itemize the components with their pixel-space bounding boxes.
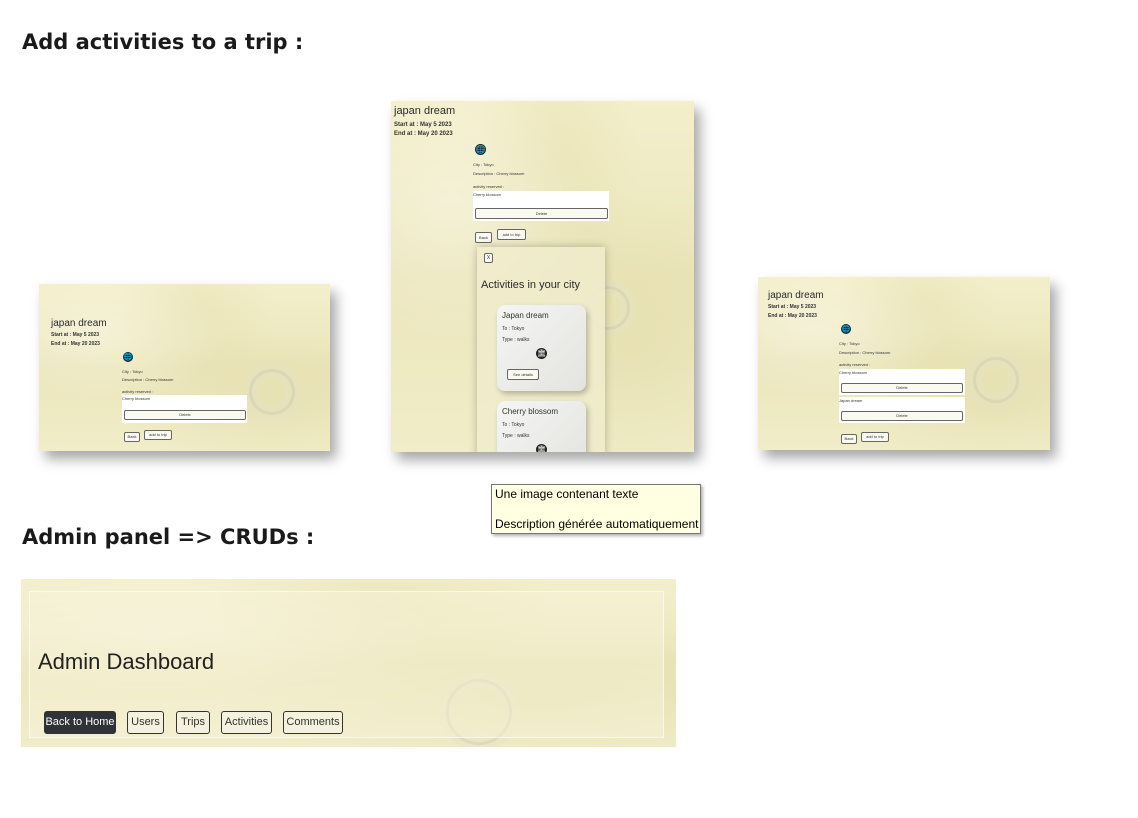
reserved-item: Japan dream [839,398,863,403]
trip-screenshot-right: japan dream Start at : May 5 2023 End at… [758,277,1050,450]
add-to-trip-button[interactable]: add to trip [497,229,526,240]
trips-button[interactable]: Trips [176,711,210,734]
users-button[interactable]: Users [127,711,164,734]
trip-screenshot-middle: japan dream Start at : May 5 2023 End at… [391,101,694,452]
activity-card-title: Cherry blossom [502,407,559,416]
trip-end: End at : May 20 2023 [51,341,100,347]
reserved-label: activity reserved : [839,362,871,367]
reserved-list: Cherry blossom Delete [473,191,609,221]
admin-dashboard-screenshot: Admin Dashboard Back to Home Users Trips… [21,579,676,747]
reserved-item: Cherry blossom [122,396,151,401]
trip-screenshot-left: japan dream Start at : May 5 2023 End at… [39,284,330,451]
trip-end: End at : May 20 2023 [394,131,453,137]
modal-title: Activities in your city [481,279,581,291]
delete-button[interactable]: Delete [841,411,963,421]
back-to-home-button[interactable]: Back to Home [44,711,116,734]
monument-icon: 🏛 [536,444,547,452]
trip-start: Start at : May 5 2023 [768,304,817,310]
back-button[interactable]: Back [124,432,140,442]
trip-title: japan dream [394,105,456,117]
reserved-list: Cherry blossom Delete [839,369,965,395]
globe-icon: 🌐 [475,144,486,155]
reserved-label: activity reserved : [122,389,154,394]
trip-end: End at : May 20 2023 [768,313,817,319]
activity-card-destination: To : Tokyo [502,422,525,428]
delete-button[interactable]: Delete [475,208,608,219]
activities-modal: X Activities in your city Japan dream To… [477,247,605,452]
globe-icon: 🌐 [123,352,133,362]
image-tooltip: Une image contenant texte Description gé… [491,484,701,534]
trip-start: Start at : May 5 2023 [394,122,452,128]
activities-button[interactable]: Activities [221,711,272,734]
trip-description: Description : Cherry blossom [122,377,174,382]
reserved-item: Cherry blossom [839,370,868,375]
trip-city: City : Tokyo [839,341,860,346]
delete-button[interactable]: Delete [124,410,246,420]
back-button[interactable]: Back [841,434,857,444]
trip-city: City : Tokyo [122,369,143,374]
modal-close-button[interactable]: X [484,253,493,263]
trip-city: City : Tokyo [473,162,494,167]
activity-card-type: Type : walks [502,337,530,343]
add-to-trip-button[interactable]: add to trip [861,432,889,442]
trip-description: Description : Cherry blossom [473,171,525,176]
back-button[interactable]: Back [475,232,492,243]
admin-dashboard-container: Admin Dashboard Back to Home Users Trips… [29,591,664,738]
reserved-item: Cherry blossom [473,192,502,197]
activity-card-title: Japan dream [502,311,549,320]
monument-icon: 🏛 [536,348,547,359]
trip-title: japan dream [51,318,107,329]
trip-start: Start at : May 5 2023 [51,332,100,338]
decorative-swirl [249,369,295,415]
section-heading-admin: Admin panel => CRUDs : [22,525,315,549]
decorative-swirl [973,357,1019,403]
tooltip-line-2: Description générée automatiquement [495,517,699,531]
reserved-list: Cherry blossom Delete [122,395,247,423]
comments-button[interactable]: Comments [283,711,343,734]
trip-description: Description : Cherry blossom [839,350,891,355]
activity-card: Japan dream To : Tokyo Type : walks 🏛 Se… [497,305,586,391]
add-to-trip-button[interactable]: add to trip [144,430,172,440]
delete-button[interactable]: Delete [841,383,963,393]
admin-dashboard-title: Admin Dashboard [38,649,215,674]
see-details-button[interactable]: See details [507,369,539,380]
trip-title: japan dream [768,290,824,301]
activity-card-destination: To : Tokyo [502,326,525,332]
reserved-list: Japan dream Delete [839,397,965,423]
section-heading-activities: Add activities to a trip : [22,30,304,54]
activity-card: Cherry blossom To : Tokyo Type : walks 🏛 [497,401,586,452]
globe-icon: 🌐 [841,324,851,334]
activity-card-type: Type : walks [502,433,530,439]
reserved-label: activity reserved : [473,184,505,189]
tooltip-line-1: Une image contenant texte [495,487,639,501]
